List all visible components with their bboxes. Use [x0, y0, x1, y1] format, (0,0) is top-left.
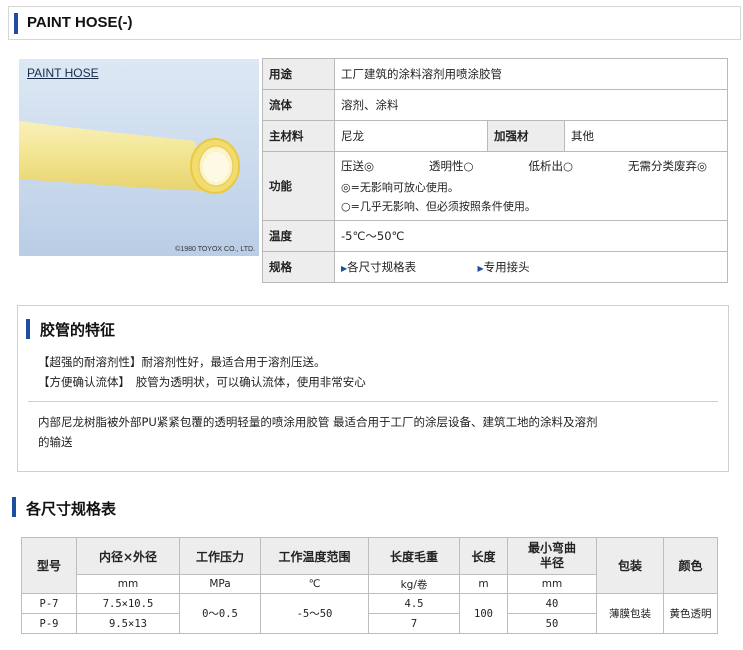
cell-length: 100 [459, 593, 508, 634]
cell-model: P-9 [21, 613, 77, 634]
cell-radius: 40 [507, 593, 597, 614]
unit-size: mm [76, 574, 180, 594]
function-item: 无需分类废弃◎ [627, 159, 707, 173]
product-image: PAINT HOSE ©1980 TOYOX CO., LTD. [19, 59, 259, 256]
function-note-2: ○=几乎无影响、但必须按照条件使用。 [341, 200, 536, 213]
function-list: 压送◎ 透明性○ 低析出○ 无需分类废弃◎ [341, 158, 721, 174]
reinforce-value: 其他 [564, 120, 728, 152]
spec-links: ▶各尺寸规格表 ▶专用接头 [334, 251, 728, 283]
spec-label: 规格 [262, 251, 335, 283]
table-row: P-7 7.5×10.5 0～0.5 -5～50 4.5 100 40 薄膜包装… [21, 593, 718, 634]
unit-radius: mm [507, 574, 597, 594]
unit-weight: kg/卷 [368, 574, 460, 594]
unit-length: m [459, 574, 508, 594]
material-value: 尼龙 [334, 120, 488, 152]
col-pressure: 工作压力 [179, 537, 261, 575]
reinforce-label: 加强材 [487, 120, 565, 152]
temp-label: 温度 [262, 220, 335, 252]
usage-value: 工厂建筑的涂料溶剂用喷涂胶管 [334, 58, 728, 90]
fluid-value: 溶剂、涂料 [334, 89, 728, 121]
unit-temp: ℃ [260, 574, 369, 594]
function-note-1: ◎=无影响可放心使用。 [341, 181, 459, 194]
cell-weight: 7 [368, 613, 460, 634]
material-label: 主材料 [262, 120, 335, 152]
col-temp: 工作温度范围 [260, 537, 369, 575]
spec-table: 用途 工厂建筑的涂料溶剂用喷涂胶管 流体 溶剂、涂料 主材料 尼龙 加强材 其他… [262, 58, 728, 283]
cell-color: 黄色透明 [663, 593, 718, 634]
features-divider [28, 401, 718, 402]
sizes-title: 各尺寸规格表 [26, 500, 117, 518]
col-weight: 长度毛重 [368, 537, 460, 575]
col-packaging: 包装 [596, 537, 664, 594]
features-description: 内部尼龙树脂被外部PU紧紧包覆的透明轻量的喷涂用胶管 最适合用于工厂的涂层设备、… [38, 415, 598, 449]
page-title-bar: PAINT HOSE(-) [8, 6, 741, 40]
size-table-link[interactable]: 各尺寸规格表 [347, 260, 416, 274]
function-item: 低析出○ [528, 159, 574, 173]
cell-size: 9.5×13 [76, 613, 180, 634]
cell-weight: 4.5 [368, 593, 460, 614]
cell-model: P-7 [21, 593, 77, 614]
section-accent [26, 319, 30, 339]
col-size: 内径×外径 [76, 537, 180, 575]
function-value: 压送◎ 透明性○ 低析出○ 无需分类废弃◎ ◎=无影响可放心使用。 ○=几乎无影… [334, 151, 728, 221]
copyright-text: ©1980 TOYOX CO., LTD. [175, 246, 255, 253]
fluid-label: 流体 [262, 89, 335, 121]
col-radius: 最小弯曲半径 [507, 537, 597, 575]
col-length: 长度 [459, 537, 508, 575]
section-accent [12, 497, 16, 517]
title-accent [14, 13, 18, 34]
cell-pressure: 0～0.5 [179, 593, 261, 634]
cell-radius: 50 [507, 613, 597, 634]
cell-temp: -5～50 [260, 593, 369, 634]
feature-line-2: 【方便确认流体】 胶管为透明状，可以确认流体，使用非常安心 [38, 375, 366, 389]
col-model: 型号 [21, 537, 77, 594]
hose-illustration [19, 121, 240, 194]
features-panel: 胶管的特征 【超强的耐溶剂性】耐溶剂性好，最适合用于溶剂压送。 【方便确认流体】… [17, 305, 729, 472]
col-radius-label: 最小弯曲半径 [527, 541, 576, 570]
temp-value: -5℃～50℃ [334, 220, 728, 252]
fittings-link[interactable]: 专用接头 [484, 260, 530, 274]
col-color: 颜色 [663, 537, 718, 594]
function-label: 功能 [262, 151, 335, 221]
unit-pressure: MPa [179, 574, 261, 594]
features-title: 胶管的特征 [40, 321, 116, 339]
size-table: 型号 内径×外径 工作压力 工作温度范围 长度毛重 长度 最小弯曲半径 包装 颜… [21, 537, 718, 634]
cell-packaging: 薄膜包装 [596, 593, 664, 634]
usage-label: 用途 [262, 58, 335, 90]
cell-size: 7.5×10.5 [76, 593, 180, 614]
feature-line-1: 【超强的耐溶剂性】耐溶剂性好，最适合用于溶剂压送。 [38, 355, 326, 369]
page-title: PAINT HOSE(-) [27, 14, 133, 31]
function-item: 压送◎ [341, 159, 375, 173]
function-item: 透明性○ [428, 159, 474, 173]
